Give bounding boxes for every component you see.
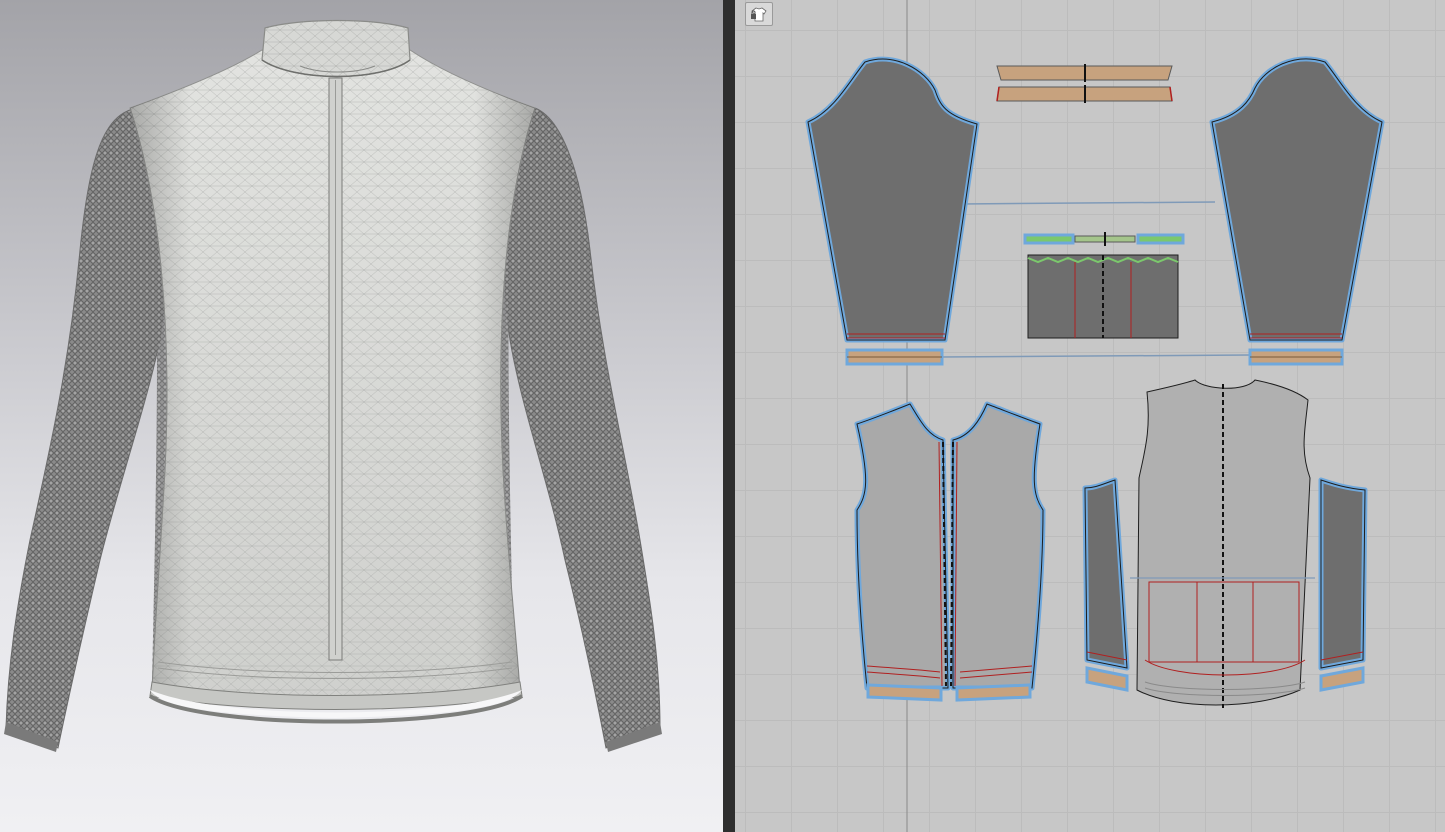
pattern-canvas[interactable]: [735, 0, 1445, 832]
pattern-piece-pocket-trim[interactable]: [1023, 232, 1185, 246]
collar-3d: [261, 19, 411, 78]
pattern-piece-front-hem-right[interactable]: [955, 683, 1032, 702]
panel-divider[interactable]: [723, 0, 735, 832]
pattern-piece-front-right-panel[interactable]: [950, 401, 1046, 691]
left-sleeve-3d[interactable]: [5, 109, 167, 749]
garment-3d-render[interactable]: [0, 0, 723, 832]
pattern-piece-right-sleeve-cuff[interactable]: [1248, 348, 1344, 366]
zipper-3d: [328, 77, 343, 661]
pattern-piece-collar-band-top[interactable]: [996, 64, 1173, 82]
link-line: [939, 354, 1251, 358]
3d-viewport[interactable]: [0, 0, 723, 832]
pattern-piece-left-sleeve-cuff[interactable]: [845, 348, 944, 366]
pattern-piece-left-side-panel[interactable]: [1082, 477, 1130, 692]
link-line: [959, 201, 1216, 205]
2d-pattern-viewport[interactable]: [735, 0, 1445, 832]
pattern-piece-right-sleeve[interactable]: [1209, 56, 1385, 343]
pattern-piece-back-pocket[interactable]: [1027, 254, 1179, 339]
pattern-piece-right-side-panel[interactable]: [1318, 477, 1368, 692]
right-sleeve-3d[interactable]: [504, 107, 661, 749]
pattern-piece-left-sleeve[interactable]: [805, 56, 980, 343]
lock-shirt-button[interactable]: [745, 2, 773, 26]
pattern-piece-front-hem-left[interactable]: [866, 683, 943, 702]
pattern-piece-collar-band-bottom[interactable]: [996, 85, 1173, 103]
lock-shirt-icon: [751, 7, 767, 22]
pattern-piece-back-panel[interactable]: [1130, 379, 1315, 708]
pattern-piece-front-left-panel[interactable]: [854, 401, 951, 691]
